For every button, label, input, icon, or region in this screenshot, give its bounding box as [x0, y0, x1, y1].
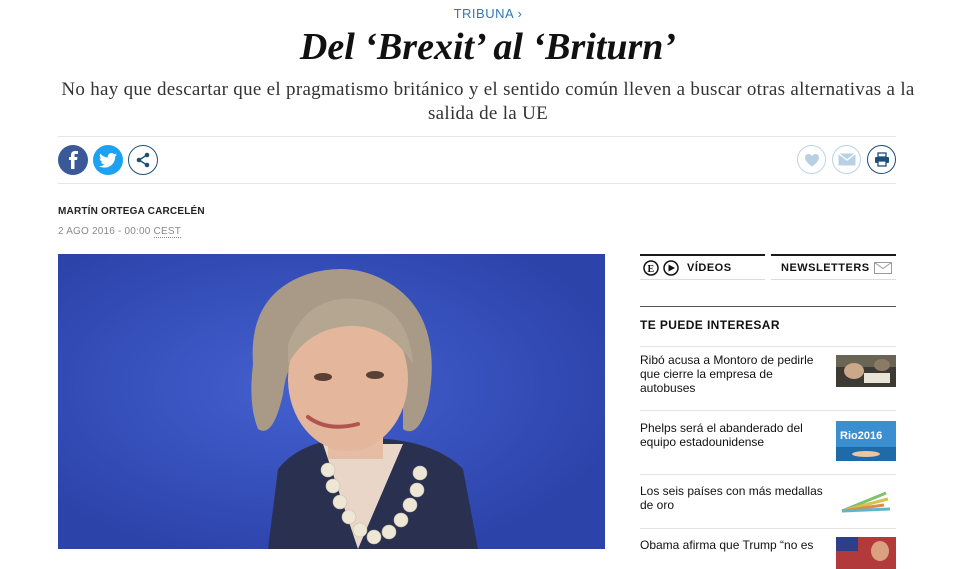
sidebar-heading: TE PUEDE INTERESAR: [640, 318, 780, 332]
twitter-share-button[interactable]: [93, 145, 123, 175]
divider: [58, 183, 896, 184]
share-icon: [136, 152, 150, 168]
heart-icon: [804, 153, 819, 166]
sidebar-item-obama[interactable]: Obama afirma que Trump “no es: [640, 528, 896, 569]
sidebar-item-medallas[interactable]: Los seis países con más medallas de oro: [640, 474, 896, 529]
sidebar-item-thumbnail: Rio2016: [836, 421, 896, 461]
email-button[interactable]: [832, 145, 861, 174]
section-link-tribuna[interactable]: TRIBUNA ›: [0, 6, 976, 21]
share-button[interactable]: [128, 145, 158, 175]
envelope-icon: [837, 153, 856, 166]
twitter-icon: [99, 152, 117, 168]
thumbnail-text: Rio2016: [840, 430, 882, 442]
sidebar-item-title: Los seis países con más medallas de oro: [640, 484, 823, 512]
tab-newsletters[interactable]: NEWSLETTERS: [771, 254, 896, 280]
el-pais-video-icon: E: [643, 259, 679, 276]
print-button[interactable]: [867, 145, 896, 174]
author-name[interactable]: MARTÍN ORTEGA CARCELÉN: [58, 206, 205, 217]
divider: [640, 306, 896, 307]
facebook-icon: [69, 151, 78, 169]
timezone-label: CEST: [153, 226, 182, 238]
facebook-share-button[interactable]: [58, 145, 88, 175]
favorite-button[interactable]: [797, 145, 826, 174]
svg-text:E: E: [648, 264, 655, 275]
sidebar-item-thumbnail: [836, 485, 896, 517]
sidebar-item-title: Obama afirma que Trump “no es: [640, 538, 814, 552]
sidebar-item-phelps[interactable]: Phelps será el abanderado del equipo est…: [640, 410, 896, 475]
tab-videos-label: VÍDEOS: [687, 261, 732, 274]
article-title: Del ‘Brexit’ al ‘Briturn’: [299, 26, 677, 68]
publish-date: 2 AGO 2016 - 00:00 CEST: [58, 226, 182, 238]
divider: [58, 136, 896, 137]
envelope-icon: [874, 261, 892, 274]
printer-icon: [874, 152, 889, 167]
sidebar-item-thumbnail: [836, 355, 896, 387]
tab-newsletters-label: NEWSLETTERS: [781, 261, 870, 274]
sidebar-item-title: Phelps será el abanderado del equipo est…: [640, 421, 803, 449]
tab-videos[interactable]: E VÍDEOS: [640, 254, 765, 280]
sidebar-item-thumbnail: [836, 537, 896, 569]
article-photo: [58, 254, 605, 549]
sidebar-item-title: Ribó acusa a Montoro de pedirle que cier…: [640, 353, 814, 395]
sidebar-item-ribo[interactable]: Ribó acusa a Montoro de pedirle que cier…: [640, 346, 896, 411]
article-subtitle: No hay que descartar que el pragmatismo …: [61, 79, 915, 124]
